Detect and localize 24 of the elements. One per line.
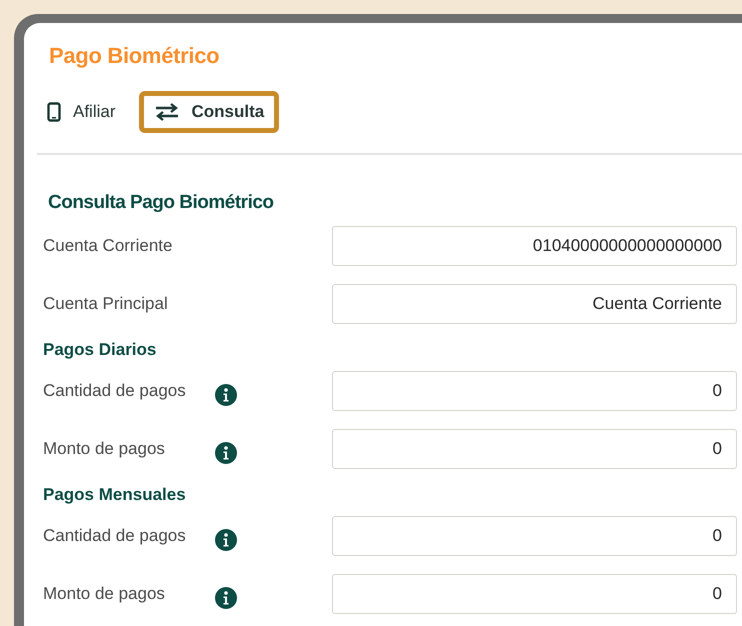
form-heading: Consulta Pago Biométrico [48,192,275,214]
section-heading: Pagos Diarios [43,340,158,360]
tab[interactable]: Afiliar [32,91,131,133]
info-icon[interactable] [215,442,237,464]
swap-arrows-icon [154,103,180,121]
field-label: Cantidad de pagos [43,381,187,401]
page-title: Pago Biométrico [49,43,220,69]
phone-icon [47,102,61,122]
info-icon[interactable] [215,384,237,406]
input-field[interactable]: 0 [332,574,737,614]
field-label: Cuenta Corriente [43,236,174,256]
input-field[interactable]: 0 [332,429,737,469]
field-label: Monto de pagos [43,584,166,604]
field-label: Cuenta Principal [43,294,169,314]
input-field[interactable]: 0 [332,371,737,411]
field-label: Cantidad de pagos [43,526,187,546]
input-field[interactable]: 0 [332,516,737,556]
input-field[interactable]: 01040000000000000000 [332,226,737,266]
field-label: Monto de pagos [43,439,166,459]
input-field[interactable]: Cuenta Corriente [332,284,737,324]
section-heading: Pagos Mensuales [43,485,187,505]
info-icon[interactable] [215,587,237,609]
tab[interactable]: Consulta [138,91,280,133]
info-icon[interactable] [215,529,237,551]
